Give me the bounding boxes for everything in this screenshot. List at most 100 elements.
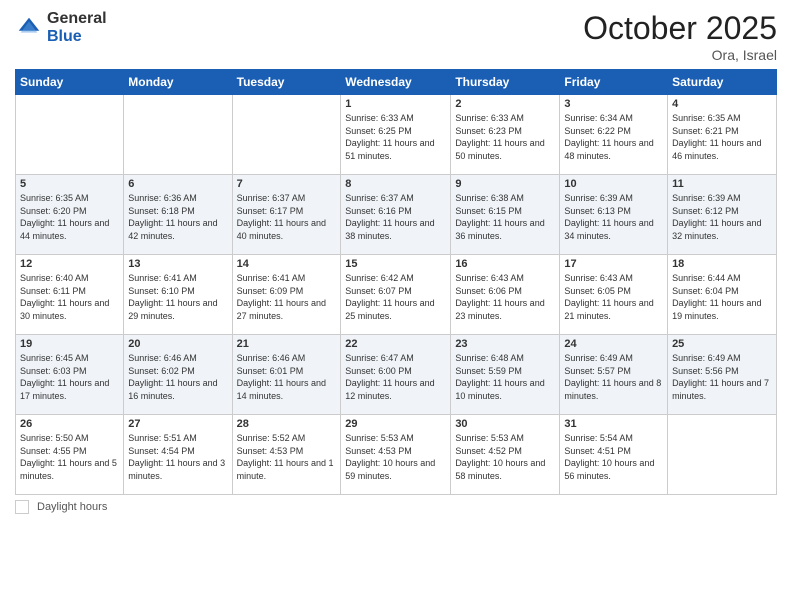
day-info: Sunrise: 5:52 AM Sunset: 4:53 PM Dayligh…: [237, 432, 337, 482]
calendar-cell: 9 Sunrise: 6:38 AM Sunset: 6:15 PM Daylig…: [451, 175, 560, 255]
calendar-cell: 18 Sunrise: 6:44 AM Sunset: 6:04 PM Dayli…: [668, 255, 777, 335]
day-info: Sunrise: 5:50 AM Sunset: 4:55 PM Dayligh…: [20, 432, 119, 482]
location: Ora, Israel: [583, 47, 777, 63]
day-number: 25: [672, 338, 772, 350]
day-number: 13: [128, 258, 227, 270]
logo: General Blue: [15, 10, 107, 45]
day-number: 10: [564, 178, 663, 190]
month-title: October 2025: [583, 10, 777, 47]
day-number: 3: [564, 98, 663, 110]
calendar-cell: 8 Sunrise: 6:37 AM Sunset: 6:16 PM Daylig…: [341, 175, 451, 255]
day-number: 11: [672, 178, 772, 190]
calendar-cell: 22Sunrise: 6:47 AM Sunset: 6:00 PM Dayli…: [341, 335, 451, 415]
day-number: 23: [455, 338, 555, 350]
day-info: Sunrise: 5:54 AM Sunset: 4:51 PM Dayligh…: [564, 432, 663, 482]
day-info: Sunrise: 6:45 AM Sunset: 6:03 PM Dayligh…: [20, 352, 119, 402]
calendar-cell: 21 Sunrise: 6:46 AM Sunset: 6:01 PM Dayli…: [232, 335, 341, 415]
calendar-cell: 30 Sunrise: 5:53 AM Sunset: 4:52 PM Dayli…: [451, 415, 560, 495]
day-number: 26: [20, 418, 119, 430]
day-info: Sunrise: 6:41 AM Sunset: 6:09 PM Dayligh…: [237, 272, 337, 322]
day-number: 16: [455, 258, 555, 270]
day-number: 29: [345, 418, 446, 430]
day-number: 2: [455, 98, 555, 110]
week-row-1: 1 Sunrise: 6:33 AM Sunset: 6:25 PM Daylig…: [16, 95, 777, 175]
day-number: 1: [345, 98, 446, 110]
calendar-cell: 19 Sunrise: 6:45 AM Sunset: 6:03 PM Dayli…: [16, 335, 124, 415]
day-info: Sunrise: 6:34 AM Sunset: 6:22 PM Dayligh…: [564, 112, 663, 162]
day-info: Sunrise: 6:39 AM Sunset: 6:12 PM Dayligh…: [672, 192, 772, 242]
day-info: Sunrise: 6:33 AM Sunset: 6:25 PM Dayligh…: [345, 112, 446, 162]
calendar-cell: 2 Sunrise: 6:33 AM Sunset: 6:23 PM Daylig…: [451, 95, 560, 175]
day-info: Sunrise: 5:53 AM Sunset: 4:52 PM Dayligh…: [455, 432, 555, 482]
calendar-cell: 16 Sunrise: 6:43 AM Sunset: 6:06 PM Dayli…: [451, 255, 560, 335]
calendar-cell: 12 Sunrise: 6:40 AM Sunset: 6:11 PM Dayli…: [16, 255, 124, 335]
logo-text: General Blue: [47, 10, 107, 45]
logo-icon: [15, 14, 43, 42]
day-number: 31: [564, 418, 663, 430]
calendar-cell: 1 Sunrise: 6:33 AM Sunset: 6:25 PM Daylig…: [341, 95, 451, 175]
day-number: 9: [455, 178, 555, 190]
day-info: Sunrise: 6:46 AM Sunset: 6:02 PM Dayligh…: [128, 352, 227, 402]
calendar-cell: 13Sunrise: 6:41 AM Sunset: 6:10 PM Dayli…: [124, 255, 232, 335]
calendar-cell: 25 Sunrise: 6:49 AM Sunset: 5:56 PM Dayli…: [668, 335, 777, 415]
logo-blue: Blue: [47, 28, 82, 45]
day-number: 19: [20, 338, 119, 350]
day-number: 30: [455, 418, 555, 430]
day-info: Sunrise: 6:43 AM Sunset: 6:06 PM Dayligh…: [455, 272, 555, 322]
calendar-cell: 4 Sunrise: 6:35 AM Sunset: 6:21 PM Daylig…: [668, 95, 777, 175]
week-row-4: 19 Sunrise: 6:45 AM Sunset: 6:03 PM Dayli…: [16, 335, 777, 415]
day-number: 28: [237, 418, 337, 430]
daylight-label: Daylight hours: [37, 501, 107, 513]
day-number: 21: [237, 338, 337, 350]
calendar-table: SundayMondayTuesdayWednesdayThursdayFrid…: [15, 69, 777, 495]
day-info: Sunrise: 5:51 AM Sunset: 4:54 PM Dayligh…: [128, 432, 227, 482]
day-info: Sunrise: 6:35 AM Sunset: 6:20 PM Dayligh…: [20, 192, 119, 242]
day-number: 8: [345, 178, 446, 190]
calendar-cell: [232, 95, 341, 175]
calendar-cell: 24 Sunrise: 6:49 AM Sunset: 5:57 PM Dayli…: [560, 335, 668, 415]
week-row-3: 12 Sunrise: 6:40 AM Sunset: 6:11 PM Dayli…: [16, 255, 777, 335]
calendar-cell: 23Sunrise: 6:48 AM Sunset: 5:59 PM Dayli…: [451, 335, 560, 415]
calendar-cell: 28 Sunrise: 5:52 AM Sunset: 4:53 PM Dayli…: [232, 415, 341, 495]
day-info: Sunrise: 6:38 AM Sunset: 6:15 PM Dayligh…: [455, 192, 555, 242]
day-header-friday: Friday: [560, 70, 668, 95]
calendar-cell: 31 Sunrise: 5:54 AM Sunset: 4:51 PM Dayli…: [560, 415, 668, 495]
calendar-cell: 7Sunrise: 6:37 AM Sunset: 6:17 PM Daylig…: [232, 175, 341, 255]
day-number: 18: [672, 258, 772, 270]
calendar-header-row: SundayMondayTuesdayWednesdayThursdayFrid…: [16, 70, 777, 95]
day-info: Sunrise: 6:44 AM Sunset: 6:04 PM Dayligh…: [672, 272, 772, 322]
calendar-cell: 27 Sunrise: 5:51 AM Sunset: 4:54 PM Dayli…: [124, 415, 232, 495]
day-info: Sunrise: 6:33 AM Sunset: 6:23 PM Dayligh…: [455, 112, 555, 162]
calendar-cell: [668, 415, 777, 495]
day-number: 17: [564, 258, 663, 270]
day-number: 4: [672, 98, 772, 110]
day-info: Sunrise: 6:49 AM Sunset: 5:56 PM Dayligh…: [672, 352, 772, 402]
day-number: 27: [128, 418, 227, 430]
footer: Daylight hours: [15, 500, 777, 514]
day-info: Sunrise: 6:37 AM Sunset: 6:16 PM Dayligh…: [345, 192, 446, 242]
day-number: 24: [564, 338, 663, 350]
day-info: Sunrise: 6:46 AM Sunset: 6:01 PM Dayligh…: [237, 352, 337, 402]
week-row-5: 26 Sunrise: 5:50 AM Sunset: 4:55 PM Dayli…: [16, 415, 777, 495]
day-info: Sunrise: 6:37 AM Sunset: 6:17 PM Dayligh…: [237, 192, 337, 242]
day-info: Sunrise: 6:49 AM Sunset: 5:57 PM Dayligh…: [564, 352, 663, 402]
calendar-cell: 26 Sunrise: 5:50 AM Sunset: 4:55 PM Dayli…: [16, 415, 124, 495]
week-row-2: 5 Sunrise: 6:35 AM Sunset: 6:20 PM Daylig…: [16, 175, 777, 255]
day-header-tuesday: Tuesday: [232, 70, 341, 95]
calendar-cell: 10Sunrise: 6:39 AM Sunset: 6:13 PM Dayli…: [560, 175, 668, 255]
calendar-cell: [16, 95, 124, 175]
calendar-cell: 3 Sunrise: 6:34 AM Sunset: 6:22 PM Daylig…: [560, 95, 668, 175]
day-info: Sunrise: 6:40 AM Sunset: 6:11 PM Dayligh…: [20, 272, 119, 322]
day-info: Sunrise: 6:35 AM Sunset: 6:21 PM Dayligh…: [672, 112, 772, 162]
page: General Blue October 2025 Ora, Israel Su…: [0, 0, 792, 612]
day-number: 12: [20, 258, 119, 270]
logo-general: General: [47, 10, 107, 27]
calendar-cell: 29Sunrise: 5:53 AM Sunset: 4:53 PM Dayli…: [341, 415, 451, 495]
day-number: 5: [20, 178, 119, 190]
day-number: 22: [345, 338, 446, 350]
day-header-sunday: Sunday: [16, 70, 124, 95]
calendar-cell: 20Sunrise: 6:46 AM Sunset: 6:02 PM Dayli…: [124, 335, 232, 415]
day-info: Sunrise: 6:36 AM Sunset: 6:18 PM Dayligh…: [128, 192, 227, 242]
day-header-monday: Monday: [124, 70, 232, 95]
day-header-thursday: Thursday: [451, 70, 560, 95]
